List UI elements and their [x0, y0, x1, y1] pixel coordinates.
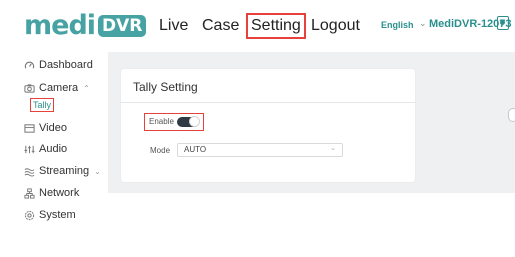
chevron-down-icon[interactable]: ⌄ — [94, 167, 101, 176]
enable-toggle[interactable] — [177, 116, 200, 127]
language-select[interactable]: English — [381, 20, 414, 30]
nav-setting[interactable]: Setting — [246, 13, 306, 39]
mode-label: Mode — [150, 146, 171, 155]
sidebar: Dashboard Camera ⌃ Tally Video Audio Str… — [0, 52, 108, 257]
streaming-icon — [24, 167, 35, 177]
collapse-handle[interactable] — [508, 108, 515, 122]
sidebar-item-network[interactable]: Network — [24, 186, 79, 200]
sidebar-item-label: Video — [39, 122, 67, 134]
chevron-up-icon[interactable]: ⌃ — [83, 84, 90, 93]
mode-select[interactable]: AUTO ⌄ — [177, 143, 343, 157]
sidebar-item-label: Streaming — [39, 165, 90, 177]
chevron-down-icon: ⌄ — [330, 145, 336, 152]
sidebar-item-label: System — [39, 209, 76, 221]
sidebar-item-label: Camera — [39, 82, 79, 94]
chevron-down-icon[interactable]: ⌄ — [419, 18, 427, 29]
sidebar-item-dashboard[interactable]: Dashboard — [24, 58, 93, 72]
sidebar-item-streaming[interactable]: Streaming ⌄ — [24, 164, 101, 178]
device-icon[interactable] — [497, 16, 509, 30]
gear-icon — [24, 210, 35, 220]
sidebar-item-label: Dashboard — [39, 59, 93, 71]
network-icon — [24, 187, 35, 199]
logo-text-medi: medi — [24, 10, 96, 41]
mode-value: AUTO — [184, 145, 207, 154]
sidebar-item-audio[interactable]: Audio — [24, 142, 67, 156]
sidebar-item-system[interactable]: System — [24, 208, 76, 222]
nav-logout[interactable]: Logout — [311, 14, 360, 38]
logo-text-dvr: DVR — [98, 15, 147, 37]
camera-icon — [24, 83, 35, 93]
divider — [121, 102, 415, 103]
toggle-knob — [189, 116, 200, 127]
sidebar-item-label: Audio — [39, 143, 68, 155]
tally-setting-card: Tally Setting Enable Mode AUTO ⌄ — [121, 69, 415, 182]
enable-label: Enable — [149, 117, 174, 126]
sidebar-item-label: Network — [39, 187, 80, 199]
dashboard-icon — [24, 61, 35, 69]
nav-case[interactable]: Case — [202, 14, 239, 38]
sidebar-item-camera[interactable]: Camera ⌃ — [24, 81, 90, 95]
sidebar-item-video[interactable]: Video — [24, 121, 67, 135]
medidvr-logo: medi DVR — [24, 10, 147, 42]
enable-row: Enable — [144, 113, 204, 131]
nav-live[interactable]: Live — [159, 14, 188, 38]
card-title: Tally Setting — [133, 80, 198, 94]
video-icon — [24, 123, 35, 133]
audio-icon — [24, 145, 35, 153]
sidebar-subitem-tally[interactable]: Tally — [30, 98, 55, 112]
app-header: medi DVR Live Case Setting Logout Englis… — [0, 0, 515, 52]
